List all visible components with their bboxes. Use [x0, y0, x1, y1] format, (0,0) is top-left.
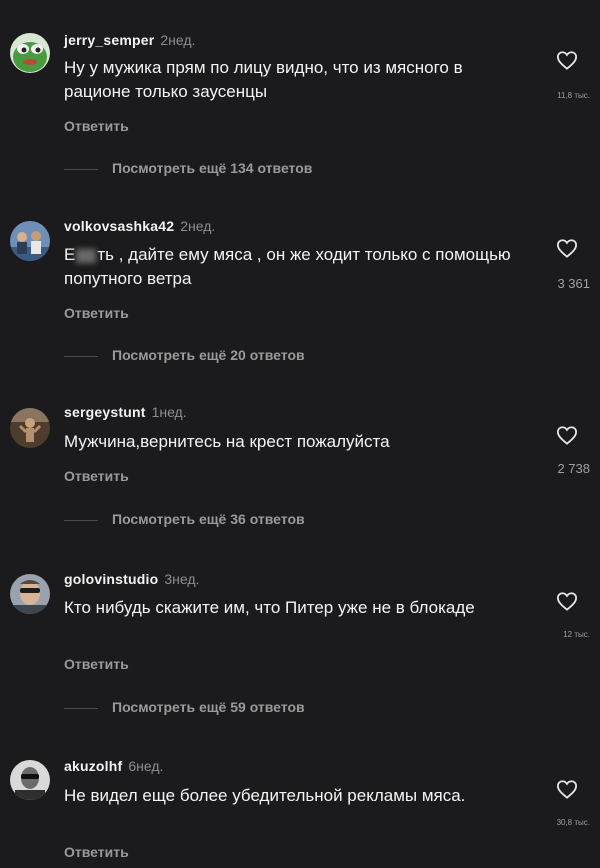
comment-header: jerry_semper 2нед. [64, 32, 195, 48]
comment-text: Еть , дайте ему мяса , он же ходит тольк… [64, 243, 529, 291]
like-count: 11,8 тыс. [557, 91, 590, 100]
heart-icon[interactable] [556, 50, 578, 70]
comment-text: Не видел еще более убедительной рекламы … [64, 786, 466, 805]
timestamp: 6нед. [128, 758, 164, 774]
reply-button[interactable]: Ответить [64, 656, 129, 672]
username[interactable]: akuzolhf [64, 758, 122, 774]
like-count: 12 тыс. [563, 630, 590, 639]
avatar[interactable] [10, 760, 50, 800]
comment-header: akuzolhf 6нед. [64, 758, 163, 774]
timestamp: 2нед. [180, 218, 216, 234]
reply-button[interactable]: Ответить [64, 844, 129, 860]
avatar[interactable] [10, 33, 50, 73]
view-replies-label: Посмотреть ещё 134 ответов [112, 160, 313, 176]
divider-line [64, 356, 98, 357]
comment-header: golovinstudio 3нед. [64, 571, 199, 587]
view-replies-label: Посмотреть ещё 36 ответов [112, 511, 305, 527]
avatar[interactable] [10, 221, 50, 261]
comment-text: Кто нибудь скажите им, что Питер уже не … [64, 598, 475, 617]
comment-text: Ну у мужика прям по лицу видно, что из м… [64, 58, 463, 101]
heart-icon[interactable] [556, 779, 578, 799]
comment-header: sergeystunt 1нед. [64, 404, 187, 420]
username[interactable]: sergeystunt [64, 404, 146, 420]
avatar[interactable] [10, 408, 50, 448]
username[interactable]: volkovsashka42 [64, 218, 174, 234]
like-count: 3 361 [557, 276, 590, 291]
censored-blur [76, 248, 97, 263]
heart-icon[interactable] [556, 591, 578, 611]
reply-button[interactable]: Ответить [64, 468, 129, 484]
timestamp: 3нед. [164, 571, 200, 587]
comment-text: Мужчина,вернитесь на крест пожалуйста [64, 432, 390, 451]
comment-text-start: Е [64, 245, 76, 264]
comment-header: volkovsashka42 2нед. [64, 218, 215, 234]
view-replies-label: Посмотреть ещё 59 ответов [112, 699, 305, 715]
like-count: 30,8 тыс. [556, 818, 590, 827]
divider-line [64, 169, 98, 170]
username[interactable]: golovinstudio [64, 571, 158, 587]
divider-line [64, 520, 98, 521]
comment-text-rest: ть , дайте ему мяса , он же ходит только… [64, 245, 511, 288]
avatar[interactable] [10, 574, 50, 614]
divider-line [64, 708, 98, 709]
timestamp: 2нед. [160, 32, 196, 48]
username[interactable]: jerry_semper [64, 32, 154, 48]
timestamp: 1нед. [151, 404, 187, 420]
heart-icon[interactable] [556, 238, 578, 258]
like-count: 2 738 [557, 461, 590, 476]
view-replies-label: Посмотреть ещё 20 ответов [112, 347, 305, 363]
heart-icon[interactable] [556, 425, 578, 445]
reply-button[interactable]: Ответить [64, 118, 129, 134]
reply-button[interactable]: Ответить [64, 305, 129, 321]
